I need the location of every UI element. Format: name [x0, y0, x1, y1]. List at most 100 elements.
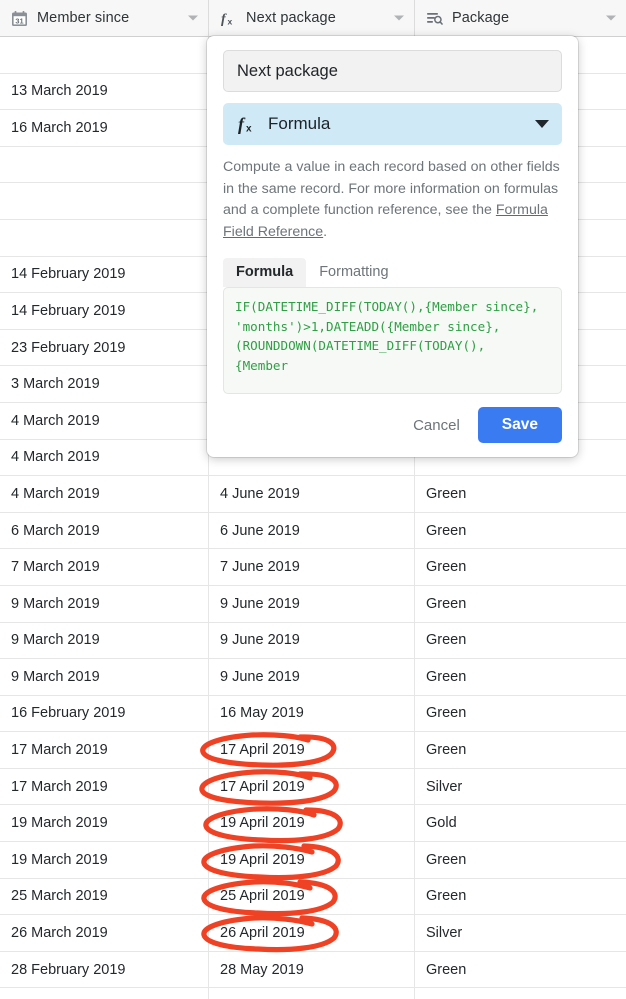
- cell-member-since[interactable]: [0, 183, 209, 219]
- formula-fx-icon: f x: [236, 114, 258, 134]
- cell-package[interactable]: Green: [415, 879, 626, 915]
- table-row[interactable]: 9 March 2019 9 June 2019 Green: [0, 585, 626, 623]
- cell-next-package[interactable]: 9 June 2019: [209, 622, 415, 659]
- calendar-icon: 31: [11, 10, 28, 27]
- cell-member-since[interactable]: [0, 988, 209, 999]
- table-row[interactable]: 6 March 2019 6 June 2019 Green: [0, 512, 626, 550]
- cell-member-since[interactable]: 14 February 2019: [0, 256, 209, 293]
- cell-member-since[interactable]: [0, 37, 209, 73]
- cell-next-package[interactable]: [209, 988, 415, 999]
- chevron-down-icon[interactable]: [535, 120, 549, 128]
- table-row[interactable]: 19 March 2019 19 April 2019 Gold: [0, 805, 626, 843]
- cell-member-since[interactable]: 17 March 2019: [0, 768, 209, 805]
- svg-text:x: x: [228, 16, 233, 26]
- cell-member-since[interactable]: 13 March 2019: [0, 73, 209, 110]
- column-header-package[interactable]: Package: [415, 0, 626, 36]
- cell-next-package[interactable]: 4 June 2019: [209, 476, 415, 512]
- cell-member-since[interactable]: [0, 146, 209, 183]
- cell-member-since[interactable]: 7 March 2019: [0, 549, 209, 585]
- cell-member-since[interactable]: 16 March 2019: [0, 110, 209, 146]
- field-type-description: Compute a value in each record based on …: [223, 157, 562, 243]
- dialog-tabs: Formula Formatting: [223, 257, 562, 287]
- cell-package[interactable]: Green: [415, 549, 626, 585]
- cell-member-since[interactable]: 19 March 2019: [0, 842, 209, 878]
- formula-editor[interactable]: IF(DATETIME_DIFF(TODAY(),{Member since},…: [223, 287, 562, 394]
- formula-fx-icon: f x: [220, 10, 237, 27]
- single-select-icon: [426, 10, 443, 27]
- table-row[interactable]: 9 March 2019 9 June 2019 Green: [0, 622, 626, 660]
- table-row[interactable]: 28 February 2019 28 May 2019 Green: [0, 951, 626, 989]
- cell-package[interactable]: Gold: [415, 805, 626, 841]
- table-row[interactable]: 16 February 2019 16 May 2019 Green: [0, 695, 626, 733]
- svg-text:31: 31: [15, 16, 23, 25]
- field-name-input[interactable]: [223, 50, 562, 92]
- column-header-label: Member since: [37, 10, 130, 26]
- column-header-label: Next package: [246, 10, 336, 26]
- cell-member-since[interactable]: 9 March 2019: [0, 659, 209, 695]
- cell-package[interactable]: Green: [415, 623, 626, 659]
- cell-member-since[interactable]: 3 March 2019: [0, 366, 209, 402]
- cell-member-since[interactable]: 17 March 2019: [0, 732, 209, 768]
- cell-next-package[interactable]: 19 April 2019: [209, 842, 415, 878]
- cell-member-since[interactable]: 9 March 2019: [0, 585, 209, 622]
- cell-package[interactable]: Green: [415, 659, 626, 695]
- cell-next-package[interactable]: 9 June 2019: [209, 585, 415, 622]
- cell-member-since[interactable]: 6 March 2019: [0, 512, 209, 549]
- cell-package[interactable]: Green: [415, 952, 626, 988]
- field-config-dialog: f x Formula Compute a value in each reco…: [207, 36, 578, 457]
- cell-package[interactable]: Green: [415, 696, 626, 732]
- cell-next-package[interactable]: 25 April 2019: [209, 878, 415, 915]
- table-row[interactable]: 9 March 2019 9 June 2019 Green: [0, 659, 626, 696]
- cell-next-package[interactable]: 17 April 2019: [209, 768, 415, 805]
- table-row[interactable]: 4 March 2019 4 June 2019 Green: [0, 476, 626, 513]
- grid-header-row: 31 Member since f x Next package Package: [0, 0, 626, 37]
- table-row[interactable]: 17 March 2019 17 April 2019 Green: [0, 732, 626, 769]
- cell-member-since[interactable]: 4 March 2019: [0, 439, 209, 476]
- cell-next-package[interactable]: 9 June 2019: [209, 659, 415, 695]
- save-button[interactable]: Save: [477, 407, 562, 443]
- cell-package[interactable]: Green: [415, 586, 626, 622]
- table-row[interactable]: 25 March 2019 25 April 2019 Green: [0, 878, 626, 916]
- cell-member-since[interactable]: 19 March 2019: [0, 805, 209, 842]
- field-type-select[interactable]: f x Formula: [223, 103, 562, 145]
- table-row[interactable]: [0, 988, 626, 999]
- table-row[interactable]: 26 March 2019 26 April 2019 Silver: [0, 915, 626, 952]
- cell-package[interactable]: Green: [415, 732, 626, 768]
- chevron-down-icon[interactable]: [188, 15, 198, 21]
- cancel-button[interactable]: Cancel: [409, 411, 464, 440]
- cell-package[interactable]: [415, 988, 626, 999]
- field-type-label: Formula: [268, 114, 331, 133]
- tab-formatting[interactable]: Formatting: [306, 258, 401, 287]
- column-header-next-package[interactable]: f x Next package: [209, 0, 415, 36]
- chevron-down-icon[interactable]: [394, 15, 404, 21]
- cell-member-since[interactable]: [0, 219, 209, 256]
- cell-member-since[interactable]: 28 February 2019: [0, 951, 209, 988]
- column-header-label: Package: [452, 10, 510, 26]
- cell-next-package[interactable]: 16 May 2019: [209, 695, 415, 732]
- cell-package[interactable]: Silver: [415, 769, 626, 805]
- cell-package[interactable]: Green: [415, 476, 626, 512]
- cell-package[interactable]: Silver: [415, 915, 626, 951]
- table-row[interactable]: 19 March 2019 19 April 2019 Green: [0, 842, 626, 879]
- cell-member-since[interactable]: 9 March 2019: [0, 622, 209, 659]
- table-row[interactable]: 7 March 2019 7 June 2019 Green: [0, 549, 626, 586]
- cell-member-since[interactable]: 4 March 2019: [0, 402, 209, 439]
- cell-next-package[interactable]: 26 April 2019: [209, 915, 415, 951]
- column-header-member-since[interactable]: 31 Member since: [0, 0, 209, 36]
- cell-package[interactable]: Green: [415, 513, 626, 549]
- cell-next-package[interactable]: 6 June 2019: [209, 512, 415, 549]
- cell-next-package[interactable]: 7 June 2019: [209, 549, 415, 585]
- table-row[interactable]: 17 March 2019 17 April 2019 Silver: [0, 768, 626, 806]
- tab-formula[interactable]: Formula: [223, 258, 307, 287]
- cell-member-since[interactable]: 25 March 2019: [0, 878, 209, 915]
- cell-member-since[interactable]: 4 March 2019: [0, 476, 209, 512]
- cell-next-package[interactable]: 28 May 2019: [209, 951, 415, 988]
- cell-member-since[interactable]: 23 February 2019: [0, 329, 209, 366]
- chevron-down-icon[interactable]: [606, 15, 616, 21]
- cell-next-package[interactable]: 19 April 2019: [209, 805, 415, 842]
- cell-next-package[interactable]: 17 April 2019: [209, 732, 415, 768]
- cell-package[interactable]: Green: [415, 842, 626, 878]
- cell-member-since[interactable]: 14 February 2019: [0, 293, 209, 329]
- cell-member-since[interactable]: 16 February 2019: [0, 695, 209, 732]
- cell-member-since[interactable]: 26 March 2019: [0, 915, 209, 951]
